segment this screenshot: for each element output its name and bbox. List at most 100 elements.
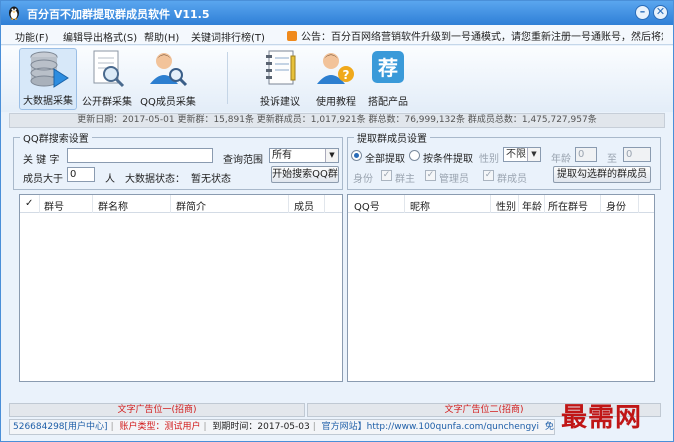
- members-gt-label: 成员大于: [23, 174, 63, 185]
- column-divider: [288, 195, 289, 213]
- recommend-icon: 荐: [372, 51, 404, 83]
- checkbox-owner[interactable]: ✓: [381, 170, 392, 181]
- speaker-icon: [287, 31, 297, 41]
- data-status-value: 暂无状态: [191, 174, 231, 185]
- col-nickname-header[interactable]: 昵称: [410, 198, 430, 213]
- close-button[interactable]: ✕: [653, 5, 668, 20]
- user-search-icon: [150, 53, 188, 87]
- extract-selected-members-button[interactable]: 提取勾选群的群成员: [553, 166, 651, 183]
- col-identity-header[interactable]: 身份: [606, 198, 626, 213]
- age-label: 年龄: [551, 154, 571, 165]
- radio-extract-conditional[interactable]: [409, 150, 420, 161]
- database-icon: [30, 51, 69, 88]
- radio-extract-conditional-label: 按条件提取: [423, 154, 473, 165]
- checkbox-member[interactable]: ✓: [483, 170, 494, 181]
- col-qq-header[interactable]: QQ号: [354, 198, 380, 213]
- col-members-header[interactable]: 成员: [294, 198, 314, 213]
- radio-extract-all-label: 全部提取: [365, 154, 405, 165]
- complaint-suggestion-button[interactable]: 投诉建议: [251, 48, 309, 110]
- chevron-down-icon: ▼: [527, 148, 540, 161]
- column-divider: [324, 195, 325, 213]
- col-group-header[interactable]: 所在群号: [548, 198, 588, 213]
- range-label: 查询范围: [223, 155, 263, 166]
- qq-member-collect-button[interactable]: QQ成员采集: [139, 48, 197, 110]
- tutorial-label: 使用教程: [316, 97, 356, 108]
- tutorial-button[interactable]: ? 使用教程: [307, 48, 365, 110]
- announcement-ticker[interactable]: 公告：百分百网络营销软件升级到一号通模式，请您重新注册一号通账号，然后将您的: [287, 28, 663, 42]
- identity-label: 身份: [353, 174, 373, 185]
- members-gt-input[interactable]: 0: [67, 167, 95, 182]
- col-check-header[interactable]: ✓: [25, 198, 33, 209]
- column-divider: [638, 195, 639, 213]
- gender-select[interactable]: 不限 ▼: [503, 147, 541, 162]
- document-search-icon: [93, 50, 125, 88]
- update-info-bar: 更新日期：2017-05-01 更新群：15,891条 更新群成员：1,017,…: [9, 113, 665, 128]
- menu-edit-export[interactable]: 编辑导出格式(S): [63, 29, 137, 44]
- checkbox-admin[interactable]: ✓: [425, 170, 436, 181]
- member-list-header: QQ号 昵称 性别 年龄 所在群号 身份: [348, 195, 654, 213]
- menu-help[interactable]: 帮助(H): [144, 29, 179, 44]
- qq-search-legend: QQ群搜索设置: [23, 134, 89, 145]
- matching-products-label: 搭配产品: [368, 97, 408, 108]
- keyword-input[interactable]: [67, 148, 213, 163]
- menu-bar: 功能(F) 编辑导出格式(S) 帮助(H) 关键词排行榜(T) 公告：百分百网络…: [1, 25, 673, 45]
- extract-legend: 提取群成员设置: [357, 134, 427, 145]
- column-divider: [92, 195, 93, 213]
- menu-keyword-ranking[interactable]: 关键词排行榜(T): [191, 29, 265, 44]
- col-age-header[interactable]: 年龄: [522, 198, 542, 213]
- minimize-button[interactable]: –: [635, 5, 650, 20]
- age-to-label: 至: [607, 154, 617, 165]
- svg-text:?: ?: [343, 68, 350, 82]
- menu-function[interactable]: 功能(F): [15, 29, 49, 44]
- checkbox-member-label: 群成员: [497, 174, 527, 185]
- col-gender-header[interactable]: 性别: [496, 198, 516, 213]
- col-group-desc-header[interactable]: 群简介: [176, 198, 206, 213]
- radio-extract-all[interactable]: [351, 150, 362, 161]
- ad-slot-1[interactable]: 文字广告位一(招商): [9, 403, 305, 417]
- data-status-label: 大数据状态：: [125, 174, 185, 185]
- help-user-icon: ?: [317, 53, 354, 84]
- col-group-id-header[interactable]: 群号: [44, 198, 64, 213]
- age-from-input[interactable]: 0: [575, 147, 597, 162]
- public-group-collect-label: 公开群采集: [82, 97, 132, 108]
- gender-select-value: 不限: [506, 149, 526, 160]
- toolbar: 大数据采集 公开群采集 QQ成员采集 投诉建议 ? 使用教程 荐 搭配产品: [1, 46, 673, 112]
- column-divider: [490, 195, 491, 213]
- column-divider: [518, 195, 519, 213]
- checkbox-admin-label: 管理员: [439, 174, 469, 185]
- website-link[interactable]: 官方网站】http://www.100qunfa.com/qunchengyi: [322, 422, 539, 432]
- col-group-name-header[interactable]: 群名称: [98, 198, 128, 213]
- big-data-collect-button[interactable]: 大数据采集: [19, 48, 77, 110]
- range-select-value: 所有: [272, 150, 292, 161]
- member-list-table[interactable]: QQ号 昵称 性别 年龄 所在群号 身份: [347, 194, 655, 382]
- checkbox-owner-label: 群主: [395, 174, 415, 185]
- start-search-button[interactable]: 开始搜索QQ群: [271, 166, 339, 183]
- user-type: 账户类型：测试用户: [119, 422, 201, 432]
- column-divider: [170, 195, 171, 213]
- app-window: 百分百不加群提取群成员软件 V11.5 – ✕ 功能(F) 编辑导出格式(S) …: [0, 0, 674, 442]
- window-title: 百分百不加群提取群成员软件 V11.5: [27, 8, 210, 21]
- keyword-label: 关 键 字: [23, 155, 60, 166]
- toolbar-separator: [227, 52, 228, 104]
- watermark-logo: 最需网: [561, 403, 643, 433]
- gender-label: 性别: [479, 154, 499, 165]
- matching-products-button[interactable]: 荐 搭配产品: [359, 48, 417, 110]
- disclaimer-link[interactable]: 免责声明: [545, 422, 554, 432]
- range-select[interactable]: 所有 ▼: [269, 148, 339, 163]
- announcement-text: 公告：百分百网络营销软件升级到一号通模式，请您重新注册一号通账号，然后将您的: [301, 32, 663, 42]
- complaint-suggestion-label: 投诉建议: [260, 97, 300, 108]
- recommend-glyph: 荐: [377, 56, 398, 80]
- group-list-header: ✓ 群号 群名称 群简介 成员: [20, 195, 342, 213]
- big-data-collect-label: 大数据采集: [23, 96, 73, 107]
- column-divider: [600, 195, 601, 213]
- column-divider: [39, 195, 40, 213]
- column-divider: [404, 195, 405, 213]
- status-bar: 526684298[用户中心] | 账户类型：测试用户 | 到期时间：2017-05…: [9, 419, 555, 435]
- account-link[interactable]: 526684298[用户中心]: [13, 422, 108, 432]
- public-group-collect-button[interactable]: 公开群采集: [78, 48, 136, 110]
- title-bar: 百分百不加群提取群成员软件 V11.5 – ✕: [1, 1, 673, 25]
- group-list-table[interactable]: ✓ 群号 群名称 群简介 成员: [19, 194, 343, 382]
- notebook-icon: [266, 50, 296, 85]
- age-to-input[interactable]: 0: [623, 147, 651, 162]
- column-divider: [544, 195, 545, 213]
